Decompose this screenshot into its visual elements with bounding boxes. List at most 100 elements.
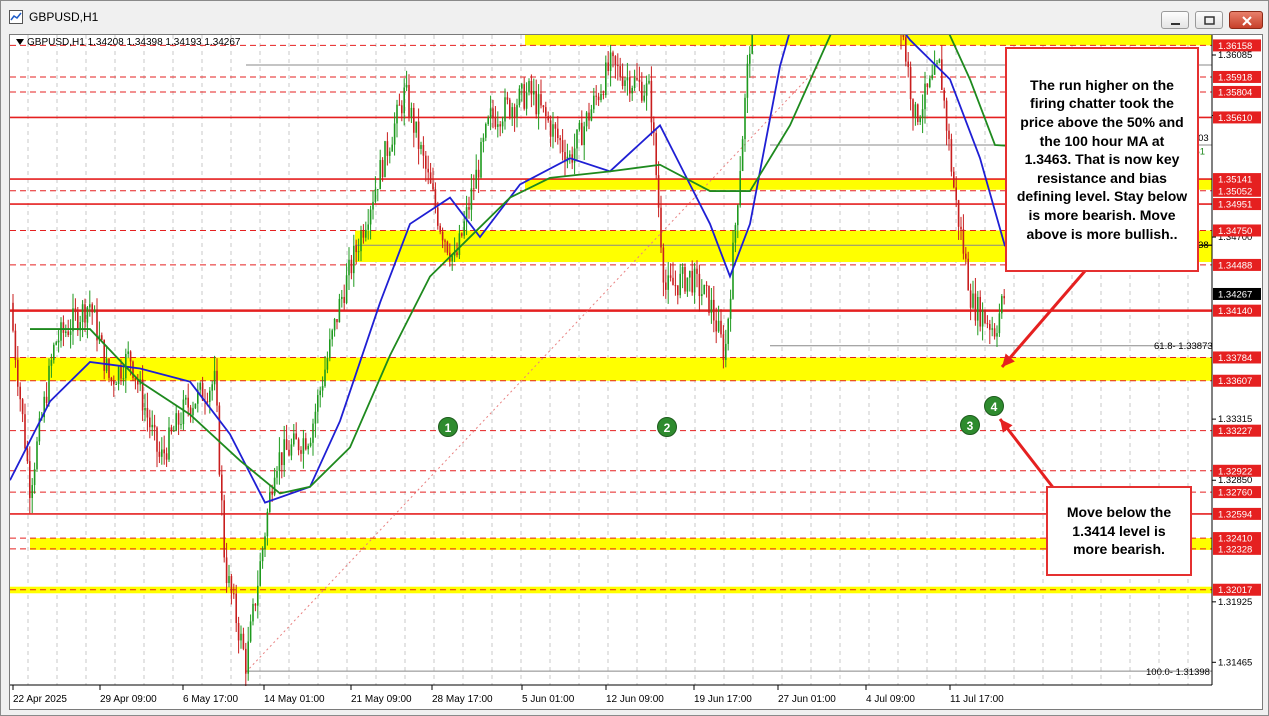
zone-1-324 xyxy=(30,538,1212,550)
candle-body xyxy=(953,171,955,188)
candle-body xyxy=(749,53,751,64)
candle-body xyxy=(379,160,381,190)
candle-body xyxy=(523,84,525,109)
candle-body xyxy=(278,452,281,471)
candle-body xyxy=(998,313,1001,334)
candle-body xyxy=(127,351,129,354)
candle-body xyxy=(77,312,79,331)
candle-body xyxy=(921,109,924,118)
candle-body xyxy=(101,335,103,340)
candle-body xyxy=(487,117,489,124)
symbol-header: GBPUSD,H1 1.34208 1.34398 1.34193 1.3426… xyxy=(16,37,241,48)
candle-body xyxy=(144,407,146,411)
candle-body xyxy=(405,84,408,88)
candle-body xyxy=(115,384,117,386)
candle-body xyxy=(324,369,326,387)
candle-body xyxy=(173,430,175,432)
candle-body xyxy=(607,62,609,72)
candle-body xyxy=(924,83,926,110)
candle-body xyxy=(408,84,410,117)
candle-body xyxy=(84,304,86,323)
candle-body xyxy=(55,342,57,345)
time-tick-label: 11 Jul 17:00 xyxy=(950,694,1004,705)
candle-body xyxy=(518,88,521,106)
candle-body xyxy=(21,399,24,415)
candle-body xyxy=(641,81,643,101)
candle-body xyxy=(33,469,36,486)
level-tag-text: 1.34750 xyxy=(1218,226,1252,237)
candle-body xyxy=(182,399,185,425)
window-title: GBPUSD,H1 xyxy=(29,10,99,24)
time-tick-label: 14 May 01:00 xyxy=(264,694,325,705)
minimize-button[interactable] xyxy=(1161,11,1189,29)
candle-body xyxy=(914,104,917,117)
candle-body xyxy=(309,442,312,446)
candle-body xyxy=(276,470,278,478)
candle-body xyxy=(362,231,365,238)
candle-body xyxy=(57,340,60,343)
time-tick-label: 27 Jun 01:00 xyxy=(778,694,836,705)
candle-body xyxy=(559,137,561,141)
candle-body xyxy=(180,424,182,426)
candle-body xyxy=(365,229,367,238)
candle-body xyxy=(221,474,223,501)
candle-body xyxy=(645,83,648,96)
candle-body xyxy=(679,273,681,296)
candle-body xyxy=(211,384,213,391)
candle-body xyxy=(391,144,393,152)
candle-body xyxy=(331,330,333,340)
candle-body xyxy=(353,245,355,274)
candle-body xyxy=(285,439,288,450)
close-button[interactable] xyxy=(1229,11,1263,29)
candle-body xyxy=(110,377,113,381)
candle-body xyxy=(425,155,427,169)
candle-body xyxy=(1001,296,1003,314)
candle-body xyxy=(187,397,189,408)
maximize-button[interactable] xyxy=(1195,11,1223,29)
candle-body xyxy=(955,187,957,201)
candle-body xyxy=(161,449,163,457)
candle-body xyxy=(991,328,993,330)
candle-body xyxy=(972,293,974,308)
candle-body xyxy=(417,121,420,149)
candle-body xyxy=(960,226,962,230)
candle-body xyxy=(65,331,67,333)
candle-body xyxy=(230,576,233,594)
candle-body xyxy=(288,449,290,456)
candle-body xyxy=(701,294,703,297)
candle-body xyxy=(281,452,283,466)
candle-body xyxy=(497,124,499,127)
candle-body xyxy=(29,461,31,498)
candle-body xyxy=(739,170,741,206)
candle-body xyxy=(981,310,984,327)
candle-body xyxy=(393,123,396,145)
candle-body xyxy=(146,407,149,418)
price-chart[interactable]: 38.2- 1.3540350.0- 1.3463861.8- 1.338731… xyxy=(9,34,1263,710)
zone-1-337 xyxy=(10,357,1212,381)
candle-body xyxy=(398,104,401,106)
candle-body xyxy=(633,77,636,89)
candle-body xyxy=(614,56,617,65)
candle-body xyxy=(470,188,473,210)
title-bar[interactable]: GBPUSD,H1 xyxy=(1,1,1268,32)
candle-body xyxy=(590,109,593,121)
candle-body xyxy=(612,52,614,57)
candle-body xyxy=(451,255,453,262)
level-tag-text: 1.32922 xyxy=(1218,466,1252,477)
candle-body xyxy=(938,59,941,63)
candle-body xyxy=(321,386,324,391)
candle-body xyxy=(367,224,369,230)
candle-body xyxy=(533,91,535,95)
candle-body xyxy=(708,285,710,313)
candle-body xyxy=(583,126,585,146)
annotation-support: Move below the 1.3414 level is more bear… xyxy=(1046,486,1192,576)
candle-body xyxy=(333,319,336,331)
time-tick-label: 28 May 17:00 xyxy=(432,694,493,705)
candle-body xyxy=(74,308,77,313)
candle-body xyxy=(341,296,343,299)
candle-body xyxy=(377,189,379,191)
candle-body xyxy=(547,116,549,121)
candle-body xyxy=(535,91,537,115)
candle-body xyxy=(504,97,506,122)
candle-body xyxy=(168,427,170,460)
